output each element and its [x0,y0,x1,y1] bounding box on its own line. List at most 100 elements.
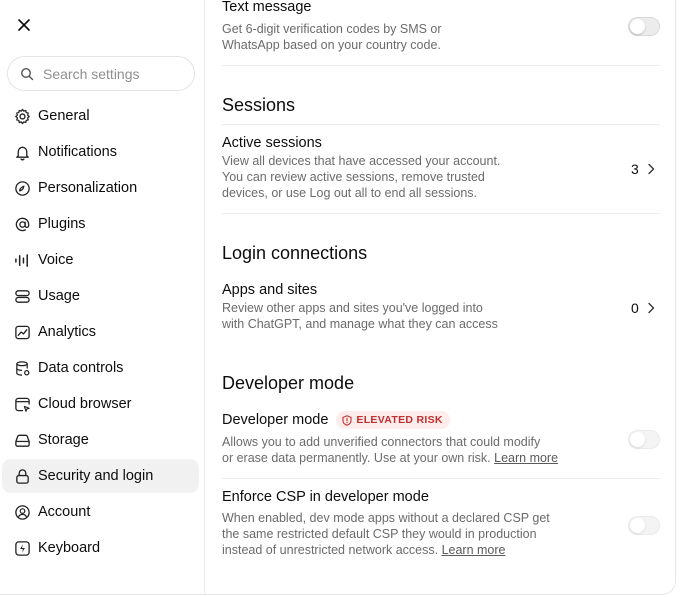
sidebar-item-label: Data controls [38,360,124,376]
sidebar-item-label: Account [38,504,91,520]
toggle-knob [630,432,645,447]
browser-icon [13,395,31,413]
developer-mode-title: Developer mode [222,412,329,428]
sidebar-item-label: Keyboard [38,540,101,556]
sidebar-item-label: Voice [38,252,74,268]
apps-count: 0 [631,300,639,316]
sidebar-item-label: Security and login [38,468,154,484]
badge-label: ELEVATED RISK [356,414,443,426]
divider [222,65,660,66]
setting-description: When enabled, dev mode apps without a de… [222,510,660,558]
setting-title: Enforce CSP in developer mode [222,489,429,505]
user-icon [13,503,31,521]
sidebar-item-label: General [38,108,90,124]
description-text: or erase data permanently. Use at your o… [222,451,495,465]
description-line: Get 6-digit verification codes by SMS or [222,22,442,36]
elevated-risk-badge: ELEVATED RISK [336,411,450,429]
settings-content: Text message Get 6-digit verification co… [206,0,675,594]
active-sessions-setting[interactable]: Active sessions View all devices that ha… [222,135,660,201]
description-line: You can review active sessions, remove t… [222,170,485,184]
lock-icon [13,467,31,485]
search-icon [20,67,34,80]
settings-sidebar: General Notifications Personalization Pl… [0,0,205,594]
sidebar-item-plugins[interactable]: Plugins [2,207,199,241]
sidebar-item-label: Analytics [38,324,97,340]
divider [222,124,660,125]
sidebar-item-personalization[interactable]: Personalization [2,171,199,205]
setting-description: Allows you to add unverified connectors … [222,434,660,466]
apps-count-button[interactable]: 0 [631,300,658,316]
settings-nav: General Notifications Personalization Pl… [2,99,199,567]
description-line: When enabled, dev mode apps without a de… [222,511,550,525]
gear-icon [13,107,31,125]
active-sessions-count: 3 [631,161,639,177]
bell-icon [13,143,31,161]
setting-title: Apps and sites [222,282,318,298]
storage-icon [13,431,31,449]
waveform-icon [13,251,31,269]
sidebar-item-label: Usage [38,288,80,304]
keyboard-icon [13,539,31,557]
description-line: WhatsApp based on your country code. [222,38,441,52]
sidebar-item-label: Notifications [38,144,117,160]
toggle-knob [630,19,645,34]
sidebar-item-voice[interactable]: Voice [2,243,199,277]
sidebar-item-usage[interactable]: Usage [2,279,199,313]
sidebar-item-label: Plugins [38,216,86,232]
description-line: Review other apps and sites you've logge… [222,301,483,315]
sidebar-item-data-controls[interactable]: Data controls [2,351,199,385]
sidebar-item-label: Personalization [38,180,138,196]
setting-description: Get 6-digit verification codes by SMS or… [222,21,442,53]
active-sessions-count-button[interactable]: 3 [631,161,658,177]
sidebar-item-label: Storage [38,432,89,448]
learn-more-link[interactable]: Learn more [442,543,506,557]
setting-description: Review other apps and sites you've logge… [222,300,660,332]
description-text: instead of unrestricted network access. [222,543,442,557]
text-message-toggle[interactable] [628,17,660,36]
search-input[interactable] [43,65,183,82]
at-icon [13,215,31,233]
description-line: devices, or use Log out all to end all s… [222,186,478,200]
search-box[interactable] [7,56,195,91]
chart-icon [13,323,31,341]
database-icon [13,359,31,377]
sidebar-item-keyboard[interactable]: Keyboard [2,531,199,565]
description-line: the same restricted default CSP they wou… [222,527,537,541]
divider [222,213,660,214]
apps-and-sites-setting[interactable]: Apps and sites Review other apps and sit… [222,282,660,332]
sidebar-item-storage[interactable]: Storage [2,423,199,457]
sidebar-item-analytics[interactable]: Analytics [2,315,199,349]
setting-description: View all devices that have accessed your… [222,153,660,201]
setting-title: Text message [222,0,312,15]
login-connections-heading: Login connections [222,243,368,263]
close-icon [18,19,30,31]
developer-mode-setting: Developer mode ELEVATED RISK Allows you … [222,411,660,466]
setting-title: Developer mode ELEVATED RISK [222,411,660,429]
chevron-right-icon [648,302,654,314]
description-line: instead of unrestricted network access. … [222,542,660,558]
setting-title: Active sessions [222,135,322,151]
sidebar-item-cloud-browser[interactable]: Cloud browser [2,387,199,421]
settings-dialog: General Notifications Personalization Pl… [0,0,676,595]
sidebar-item-notifications[interactable]: Notifications [2,135,199,169]
alert-shield-icon [342,414,352,426]
usage-icon [13,287,31,305]
description-line: View all devices that have accessed your… [222,154,501,168]
close-button[interactable] [12,13,36,37]
sessions-heading: Sessions [222,95,296,115]
description-line: or erase data permanently. Use at your o… [222,450,660,466]
sidebar-item-account[interactable]: Account [2,495,199,529]
sidebar-item-general[interactable]: General [2,99,199,133]
personalization-icon [13,179,31,197]
sidebar-item-label: Cloud browser [38,396,132,412]
toggle-knob [630,518,645,533]
enforce-csp-setting: Enforce CSP in developer mode When enabl… [222,489,660,558]
developer-mode-toggle[interactable] [628,430,660,449]
divider [222,478,660,479]
enforce-csp-toggle[interactable] [628,516,660,535]
description-line: Allows you to add unverified connectors … [222,435,541,449]
description-line: with ChatGPT, and manage what they can a… [222,317,498,331]
sidebar-item-security[interactable]: Security and login [2,459,199,493]
learn-more-link[interactable]: Learn more [494,451,558,465]
chevron-right-icon [648,163,654,175]
